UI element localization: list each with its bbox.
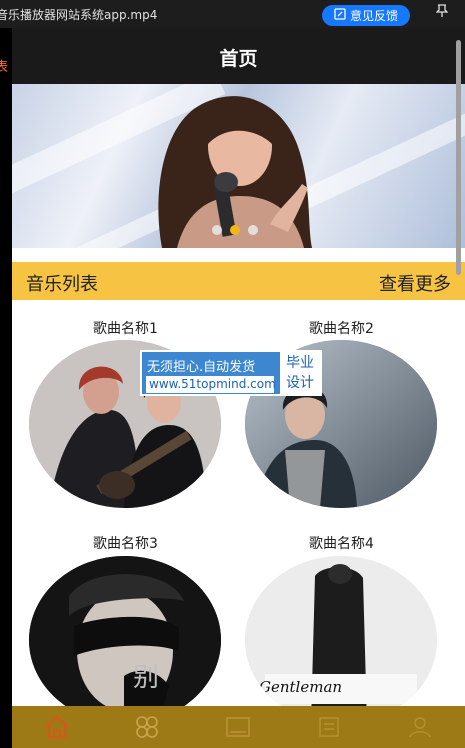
video-filename: 音乐播放器网站系统app.mp4 <box>0 8 158 22</box>
home-icon <box>45 715 69 738</box>
player-title-bar: 音乐播放器网站系统app.mp4 意见反馈 <box>0 0 465 28</box>
svg-text:别: 别 <box>133 663 159 693</box>
cover-title-text: Gentleman <box>259 678 343 696</box>
watermark-side-bottom: 设计 <box>286 375 314 391</box>
banner-carousel[interactable] <box>12 84 465 248</box>
watermark-overlay: 无须担心.自动发货 www.51topmind.com 毕业 设计 <box>140 350 322 396</box>
apps-icon <box>136 716 158 738</box>
tab-user[interactable] <box>406 714 434 740</box>
watermark-url: www.51topmind.com <box>146 376 276 393</box>
tab-category[interactable] <box>133 714 161 740</box>
music-list-header: 音乐列表 查看更多 <box>12 262 465 300</box>
watermark-side: 毕业 设计 <box>280 352 320 394</box>
song-card[interactable]: 歌曲名称4 <box>244 533 439 553</box>
song-name: 歌曲名称1 <box>93 321 158 337</box>
image-icon <box>226 717 250 737</box>
song-card[interactable]: 歌曲名称1 <box>28 318 223 338</box>
view-more-link[interactable]: 查看更多 <box>379 270 451 296</box>
left-strip <box>0 28 12 748</box>
feedback-button[interactable]: 意见反馈 <box>322 5 410 26</box>
watermark-line1: 无须担心.自动发货 <box>147 360 256 375</box>
song-name: 歌曲名称3 <box>93 536 158 552</box>
song-card[interactable]: 歌曲名称3 <box>28 533 223 553</box>
song-card[interactable]: 歌曲名称2 <box>244 318 439 338</box>
scrollbar-thumb[interactable] <box>456 40 461 275</box>
carousel-indicators <box>212 225 258 235</box>
page-title: 首页 <box>219 48 258 70</box>
tab-home[interactable] <box>43 714 71 740</box>
carousel-dot[interactable] <box>212 225 222 235</box>
banner-singer-image <box>158 96 312 248</box>
bottom-tab-bar <box>12 706 465 748</box>
tab-list[interactable] <box>315 714 343 740</box>
top-nav: 首页 <box>12 28 465 84</box>
watermark-side-top: 毕业 <box>286 355 314 371</box>
song-name: 歌曲名称4 <box>309 536 374 552</box>
tab-media[interactable] <box>224 714 252 740</box>
user-icon <box>409 717 431 738</box>
list-icon <box>319 717 339 737</box>
carousel-dot[interactable] <box>248 225 258 235</box>
edit-icon <box>334 8 346 23</box>
section-title: 音乐列表 <box>26 274 98 295</box>
song-name: 歌曲名称2 <box>309 321 374 337</box>
feedback-label: 意见反馈 <box>349 9 398 23</box>
carousel-dot-active[interactable] <box>230 225 240 235</box>
song-cover[interactable]: 别 <box>29 556 221 724</box>
mobile-app: 首页 音乐列表 查看更多 歌曲名称1 歌曲名称2 歌曲名称3 别 歌曲名称4 G… <box>12 28 465 748</box>
pin-icon[interactable] <box>435 4 449 22</box>
song-cover[interactable]: Gentleman <box>245 556 437 724</box>
left-edge-text: 表 <box>0 60 9 75</box>
